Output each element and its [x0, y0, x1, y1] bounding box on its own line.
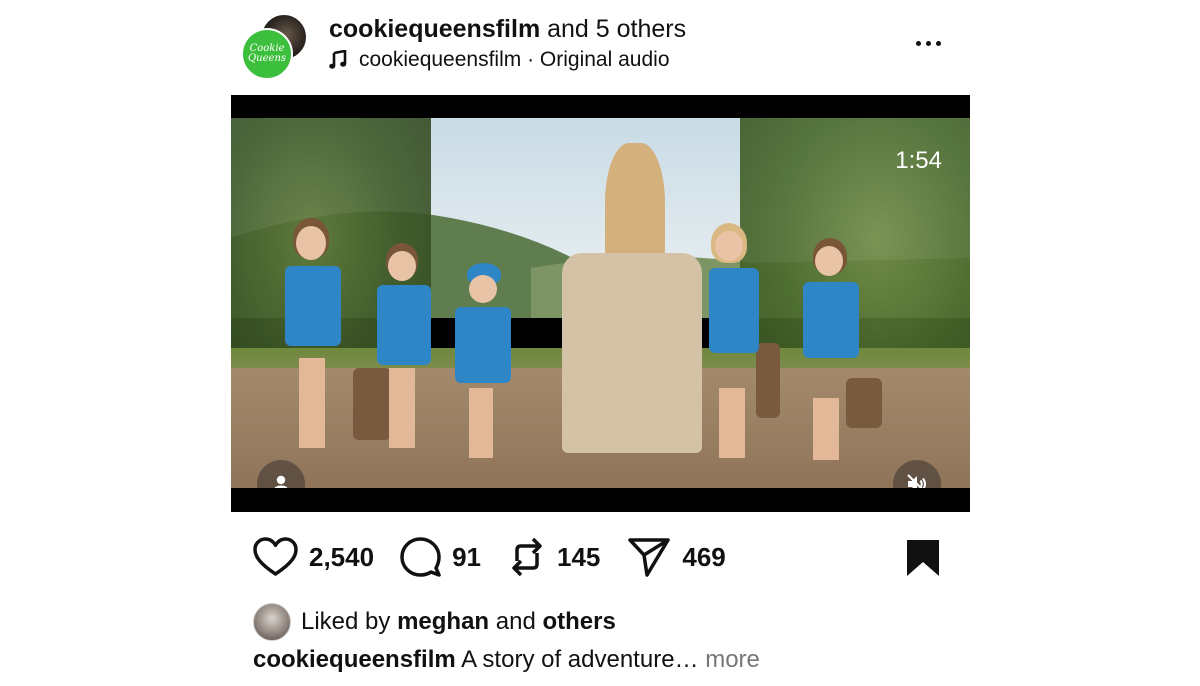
comment-count: 91	[452, 541, 481, 572]
liked-by-line[interactable]: Liked by meghan and others	[253, 603, 616, 641]
caption-text: A story of adventure…	[461, 646, 699, 673]
video-player[interactable]: 1:54	[231, 95, 970, 512]
author-line: cookiequeensfilm and 5 others	[329, 14, 686, 44]
caption-more-link[interactable]: more	[705, 646, 760, 673]
like-count: 2,540	[309, 541, 375, 572]
liked-by-others[interactable]: others	[542, 607, 615, 637]
comment-button[interactable]: 91	[399, 536, 481, 578]
more-options-button[interactable]	[906, 30, 950, 56]
liked-by-prefix: Liked by	[301, 608, 391, 635]
scout-figure	[793, 238, 868, 468]
heart-icon	[253, 537, 298, 576]
scout-figure	[371, 243, 441, 473]
author-avatars[interactable]: Cookie Queens	[241, 12, 308, 80]
more-horizontal-icon	[915, 40, 921, 46]
send-icon	[628, 538, 671, 577]
liker-avatar[interactable]	[253, 603, 291, 641]
leader-figure	[557, 143, 707, 488]
post-caption: cookiequeensfilm A story of adventure… m…	[253, 645, 760, 675]
repost-button[interactable]: 145	[508, 535, 600, 579]
video-duration: 1:54	[895, 147, 942, 174]
audio-line[interactable]: cookiequeensfilm · Original audio	[329, 47, 686, 73]
liker-username[interactable]: meghan	[397, 607, 489, 637]
repost-count: 145	[557, 541, 601, 572]
repost-icon	[512, 537, 542, 577]
video-frame: 1:54	[231, 118, 970, 488]
save-button[interactable]	[905, 538, 941, 578]
bookmark-filled-icon	[907, 540, 939, 576]
author-name[interactable]: cookiequeensfilm	[329, 15, 540, 43]
action-bar: 2,540 91 145 469	[253, 535, 726, 579]
scout-figure	[449, 263, 519, 473]
post-header: cookiequeensfilm and 5 others cookiequee…	[329, 14, 686, 73]
liked-by-and: and	[495, 608, 536, 635]
comment-bubble-icon	[400, 537, 441, 577]
share-button[interactable]: 469	[627, 536, 726, 578]
music-note-icon	[329, 50, 347, 69]
collab-suffix[interactable]: and 5 others	[547, 15, 686, 43]
share-count: 469	[682, 541, 726, 572]
brand-avatar[interactable]: Cookie Queens	[241, 28, 293, 80]
more-dot	[925, 40, 931, 46]
more-dot	[935, 40, 941, 46]
scout-figure	[263, 218, 353, 478]
like-button[interactable]: 2,540	[253, 537, 374, 577]
audio-label: cookiequeensfilm · Original audio	[359, 48, 670, 71]
person-icon	[274, 475, 288, 488]
caption-author[interactable]: cookiequeensfilm	[253, 646, 456, 673]
scout-figure	[701, 223, 771, 468]
speaker-muted-icon	[907, 474, 926, 488]
